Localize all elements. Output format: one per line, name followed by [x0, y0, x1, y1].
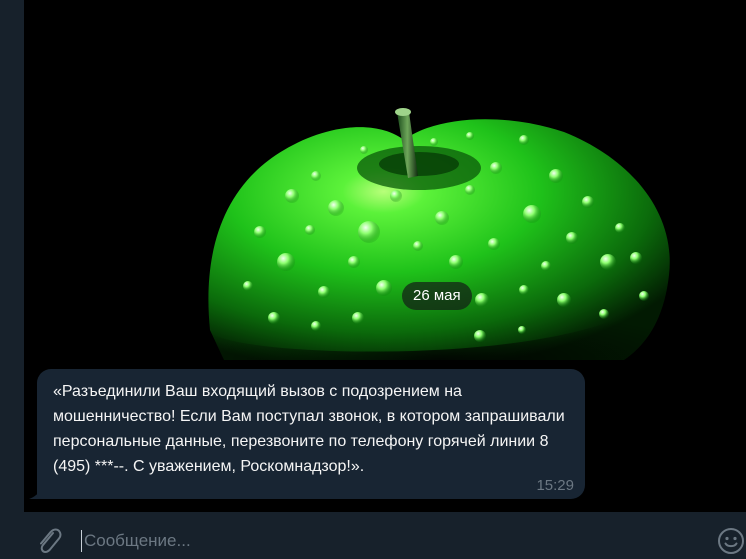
date-separator: 26 мая: [402, 282, 472, 310]
emoji-icon[interactable]: [716, 526, 746, 556]
message-text: «Разъединили Ваш входящий вызов с подозр…: [53, 383, 565, 475]
message-composer: [24, 512, 746, 559]
message-time: 15:29: [536, 477, 574, 494]
chat-window: 26 мая «Разъединили Ваш входящий вызов с…: [0, 0, 746, 559]
left-panel-edge: [0, 0, 24, 559]
message-bubble[interactable]: «Разъединили Ваш входящий вызов с подозр…: [37, 369, 585, 499]
paperclip-icon[interactable]: [36, 526, 62, 556]
message-input[interactable]: [84, 526, 644, 556]
text-caret: [81, 530, 82, 552]
